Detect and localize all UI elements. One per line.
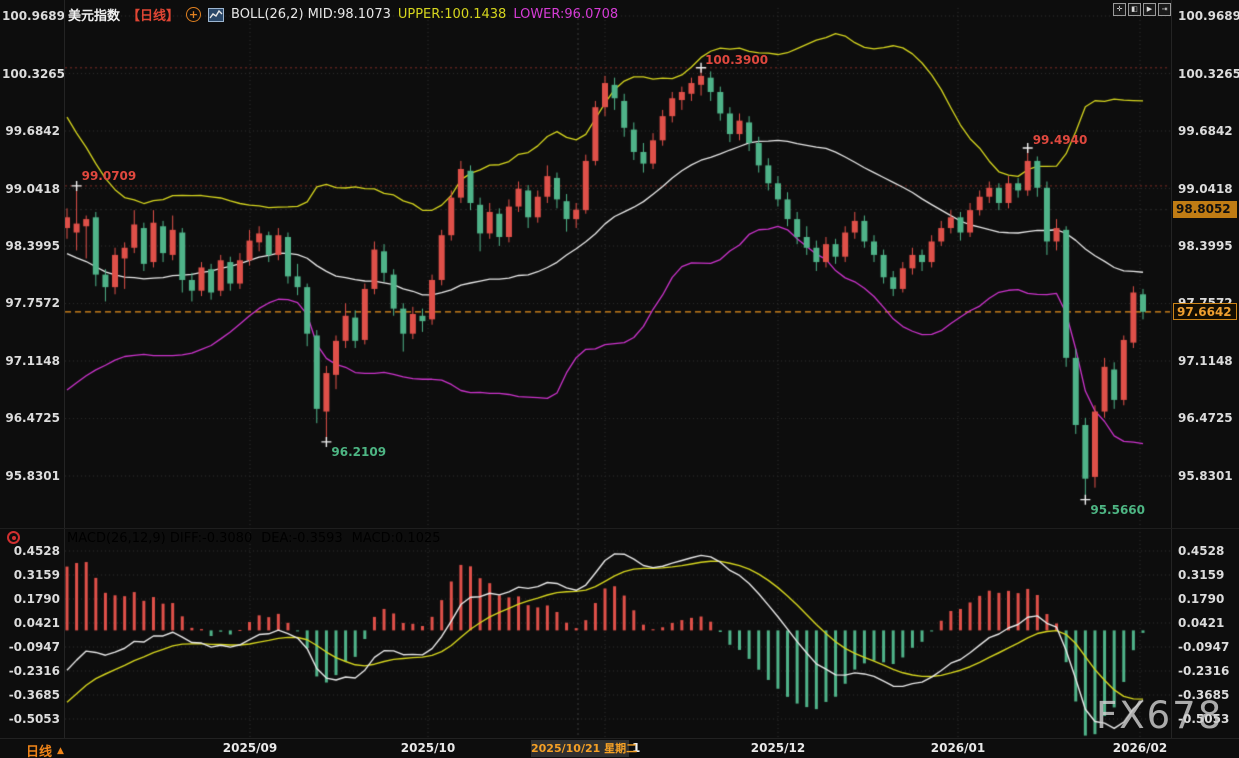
boll-upper-readout: UPPER:100.1438	[398, 7, 506, 22]
price-axis-label: 97.1148	[1178, 354, 1233, 369]
price-axis-label: 95.8301	[1178, 469, 1233, 484]
price-axis-label: 96.4725	[2, 411, 60, 426]
boll-lower-readout: LOWER:96.0708	[513, 7, 618, 22]
macd-axis-label: 0.4528	[1178, 544, 1224, 559]
macd-axis-label: -0.5053	[2, 712, 60, 727]
price-axis-label: 97.7572	[2, 296, 60, 311]
price-axis-label: 100.3265	[2, 67, 60, 82]
right-axis-border	[1171, 0, 1172, 738]
macd-axis-label: 0.3159	[1178, 568, 1224, 583]
watermark: FX678	[1096, 694, 1223, 737]
macd-header: MACD(26,12,9) DIFF:-0.3080 DEA:-0.3593 M…	[67, 531, 441, 546]
chart-toolbar: ✛◧▶⇥	[1113, 3, 1171, 16]
price-axis-label: 99.6842	[2, 124, 60, 139]
period-tag: 【日线】	[127, 5, 179, 24]
left-axis-border	[64, 0, 65, 738]
last-price-box: 97.6642	[1173, 303, 1237, 320]
macd-axis-label: -0.2316	[2, 664, 60, 679]
chart-header: 美元指数 【日线】 + BOLL(26,2) MID:98.1073 UPPER…	[68, 5, 618, 24]
price-axis-label: 99.0418	[2, 182, 60, 197]
macd-axis-label: 0.1790	[2, 592, 60, 607]
price-axis-label: 99.0418	[1178, 182, 1233, 197]
add-compare-icon[interactable]: +	[186, 7, 201, 22]
price-axis-label: 96.4725	[1178, 411, 1233, 426]
price-axis-label: 98.3995	[1178, 239, 1233, 254]
panel-separator	[0, 528, 1239, 529]
period-selector[interactable]: 日线 ▲	[26, 741, 64, 758]
period-label: 日线	[26, 741, 52, 758]
crosshair-icon[interactable]: ✛	[1113, 3, 1126, 16]
price-axis-label: 100.3265	[1178, 67, 1239, 82]
macd-axis-label: 0.4528	[2, 544, 60, 559]
price-axis-label: 97.1148	[2, 354, 60, 369]
indicator-settings-icon[interactable]	[7, 531, 20, 544]
price-axis-label: 99.6842	[1178, 124, 1233, 139]
price-axis-label: 95.8301	[2, 469, 60, 484]
mini-chart-icon	[208, 8, 224, 22]
price-annotation: 95.5660	[1090, 503, 1145, 517]
price-axis-label: 100.9689	[1178, 9, 1239, 24]
macd-diff-readout: MACD(26,12,9) DIFF:-0.3080	[67, 531, 252, 546]
chart-left-icon[interactable]: ◧	[1128, 3, 1141, 16]
macd-axis-label: 0.0421	[2, 616, 60, 631]
macd-dea-readout: DEA:-0.3593	[261, 531, 342, 546]
chart-canvas[interactable]	[0, 0, 1239, 758]
macd-value-readout: MACD:0.1025	[352, 531, 441, 546]
macd-axis-label: -0.3685	[2, 688, 60, 703]
macd-axis-label: 0.3159	[2, 568, 60, 583]
macd-axis-label: -0.2316	[1178, 664, 1229, 679]
macd-axis-label: -0.0947	[1178, 640, 1229, 655]
price-axis-label: 98.3995	[2, 239, 60, 254]
price-annotation: 99.4940	[1033, 133, 1088, 147]
macd-axis-label: 0.0421	[1178, 616, 1224, 631]
price-annotation: 100.3900	[705, 53, 768, 67]
exit-right-icon[interactable]: ⇥	[1158, 3, 1171, 16]
chart-window: 美元指数 【日线】 + BOLL(26,2) MID:98.1073 UPPER…	[0, 0, 1239, 758]
triangle-up-icon: ▲	[57, 746, 64, 756]
crosshair-price-box: 98.8052	[1173, 201, 1237, 218]
symbol-name: 美元指数	[68, 5, 120, 24]
crosshair-date-box: 2025/10/21 星期二	[531, 740, 629, 757]
price-annotation: 96.2109	[331, 445, 386, 459]
chart-play-icon[interactable]: ▶	[1143, 3, 1156, 16]
price-annotation: 99.0709	[82, 169, 137, 183]
macd-axis-label: -0.0947	[2, 640, 60, 655]
boll-mid-readout: BOLL(26,2) MID:98.1073	[231, 7, 391, 22]
macd-axis-label: 0.1790	[1178, 592, 1224, 607]
price-axis-label: 100.9689	[2, 9, 60, 24]
